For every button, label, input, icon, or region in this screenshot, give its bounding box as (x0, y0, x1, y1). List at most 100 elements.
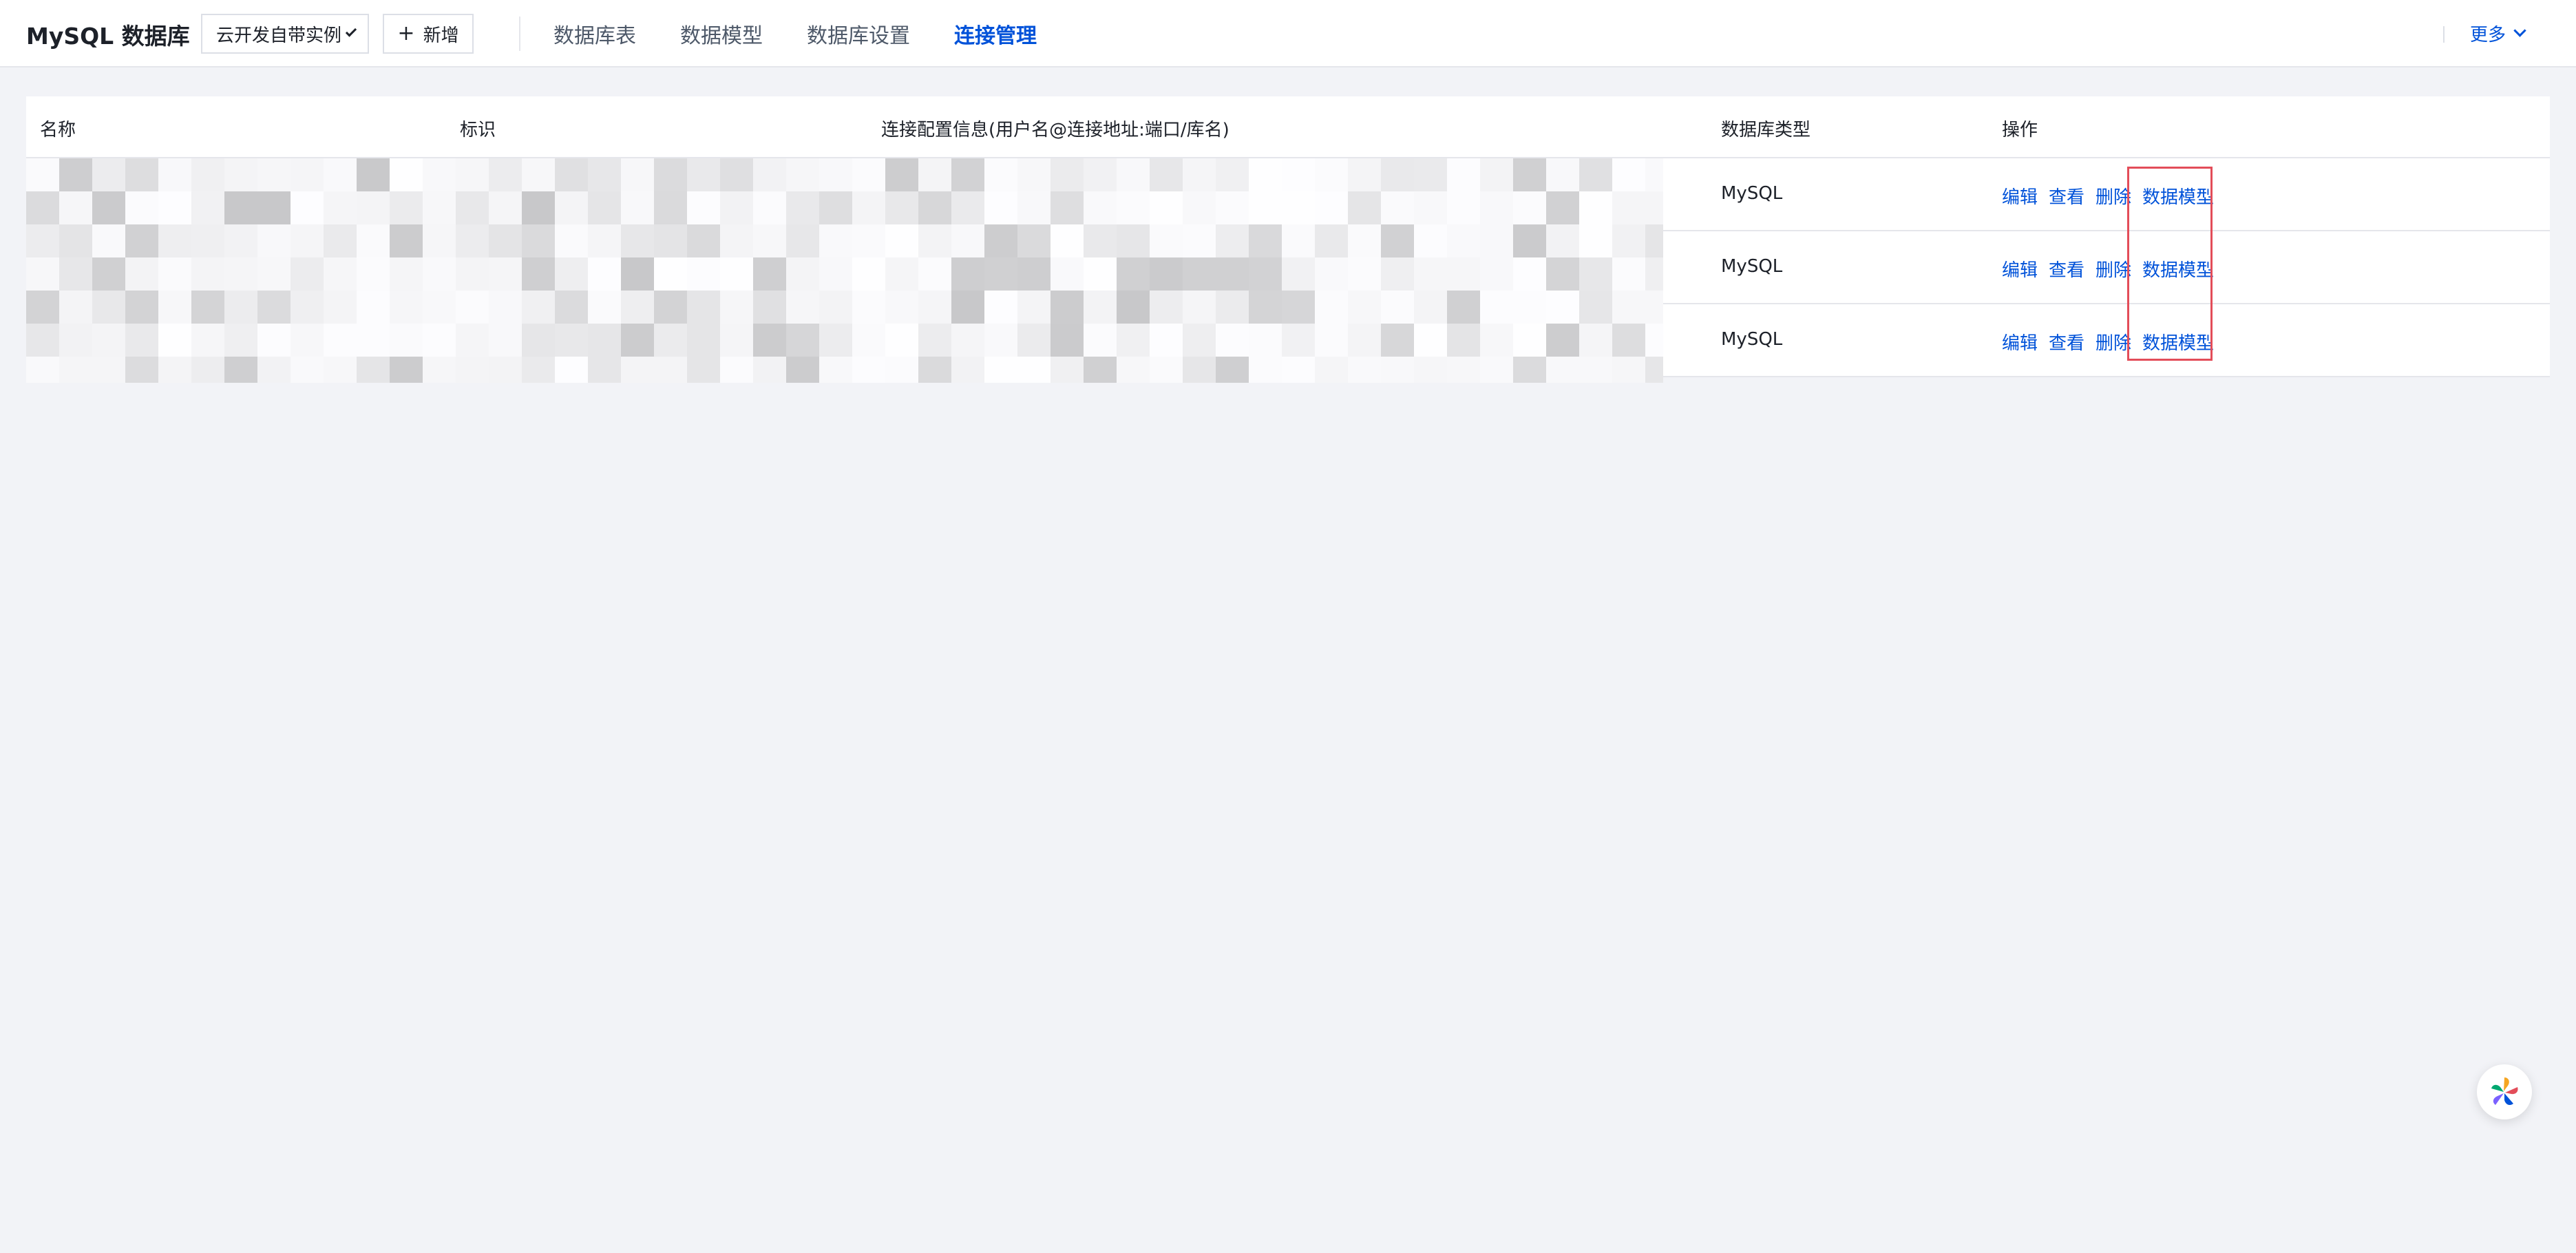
mosaic-pixel (191, 191, 224, 224)
mosaic-pixel (1249, 291, 1282, 324)
mosaic-pixel (1645, 224, 1663, 257)
mosaic-pixel (852, 357, 885, 383)
mosaic-pixel (59, 224, 92, 257)
mosaic-pixel (1315, 291, 1348, 324)
mosaic-pixel (819, 257, 852, 291)
mosaic-pixel (1645, 324, 1663, 357)
mosaic-pixel (489, 158, 522, 191)
mosaic-pixel (522, 158, 555, 191)
mosaic-pixel (1315, 357, 1348, 383)
mosaic-pixel (1414, 291, 1447, 324)
mosaic-pixel (1249, 191, 1282, 224)
mosaic-pixel (1447, 291, 1480, 324)
mosaic-pixel (1447, 257, 1480, 291)
mosaic-pixel (224, 191, 257, 224)
mosaic-pixel (1480, 224, 1513, 257)
mosaic-pixel (1612, 324, 1645, 357)
mosaic-pixel (1051, 224, 1084, 257)
mosaic-pixel (1480, 324, 1513, 357)
more-dropdown[interactable]: 更多 (2470, 21, 2526, 46)
mosaic-pixel (1117, 224, 1150, 257)
delete-link[interactable]: 删除 (2095, 183, 2131, 209)
mosaic-pixel (1150, 324, 1183, 357)
mosaic-pixel (158, 324, 191, 357)
mosaic-pixel (1381, 324, 1414, 357)
mosaic-pixel (390, 291, 423, 324)
mosaic-pixel (1612, 224, 1645, 257)
mosaic-pixel (390, 158, 423, 191)
mosaic-pixel (59, 357, 92, 383)
tab-connection-management[interactable]: 连接管理 (954, 19, 1037, 49)
delete-link[interactable]: 删除 (2095, 329, 2131, 355)
mosaic-pixel (1480, 357, 1513, 383)
mosaic-pixel (1414, 357, 1447, 383)
db-type-cell: MySQL (1721, 183, 1783, 204)
mosaic-pixel (489, 191, 522, 224)
mosaic-pixel (1447, 324, 1480, 357)
mosaic-pixel (489, 324, 522, 357)
assistant-float-button[interactable] (2477, 1064, 2532, 1119)
mosaic-pixel (26, 357, 59, 383)
tab-db-settings[interactable]: 数据库设置 (807, 19, 910, 49)
mosaic-pixel (588, 291, 621, 324)
tab-data-models[interactable]: 数据模型 (680, 19, 763, 49)
mosaic-pixel (1579, 257, 1612, 291)
mosaic-pixel (390, 357, 423, 383)
mosaic-pixel (1348, 291, 1381, 324)
mosaic-pixel (158, 257, 191, 291)
mosaic-pixel (753, 224, 786, 257)
tab-db-tables[interactable]: 数据库表 (553, 19, 636, 49)
mosaic-pixel (324, 357, 357, 383)
mosaic-pixel (1645, 357, 1663, 383)
mosaic-pixel (1480, 158, 1513, 191)
mosaic-pixel (1546, 191, 1579, 224)
mosaic-pixel (92, 357, 125, 383)
mosaic-pixel (1348, 158, 1381, 191)
mosaic-pixel (1249, 357, 1282, 383)
view-link[interactable]: 查看 (2049, 183, 2084, 209)
mosaic-pixel (324, 257, 357, 291)
mosaic-pixel (1513, 224, 1546, 257)
mosaic-pixel (687, 191, 720, 224)
mosaic-pixel (819, 291, 852, 324)
mosaic-pixel (1084, 224, 1117, 257)
mosaic-pixel (1249, 158, 1282, 191)
mosaic-pixel (357, 357, 390, 383)
view-link[interactable]: 查看 (2049, 256, 2084, 282)
mosaic-pixel (1447, 158, 1480, 191)
mosaic-pixel (423, 324, 456, 357)
mosaic-pixel (125, 158, 158, 191)
edit-link[interactable]: 编辑 (2002, 329, 2038, 355)
mosaic-pixel (1381, 357, 1414, 383)
mosaic-pixel (1017, 158, 1051, 191)
mosaic-pixel (1150, 224, 1183, 257)
edit-link[interactable]: 编辑 (2002, 183, 2038, 209)
mosaic-pixel (984, 324, 1017, 357)
mosaic-pixel (456, 357, 489, 383)
mosaic-pixel (125, 291, 158, 324)
mosaic-pixel (720, 324, 753, 357)
mosaic-pixel (291, 291, 324, 324)
delete-link[interactable]: 删除 (2095, 256, 2131, 282)
mosaic-pixel (357, 257, 390, 291)
mosaic-pixel (291, 224, 324, 257)
mosaic-pixel (158, 357, 191, 383)
mosaic-pixel (26, 158, 59, 191)
mosaic-pixel (1381, 191, 1414, 224)
mosaic-pixel (489, 291, 522, 324)
mosaic-pixel (918, 257, 951, 291)
mosaic-pixel (456, 158, 489, 191)
mosaic-pixel (1414, 158, 1447, 191)
mosaic-pixel (555, 191, 588, 224)
mosaic-pixel (819, 191, 852, 224)
mosaic-pixel (687, 357, 720, 383)
instance-select[interactable]: 云开发自带实例 (201, 14, 369, 54)
mosaic-pixel (1381, 257, 1414, 291)
add-button[interactable]: + 新增 (383, 14, 474, 54)
mosaic-pixel (1315, 324, 1348, 357)
mosaic-pixel (357, 158, 390, 191)
mosaic-pixel (852, 257, 885, 291)
mosaic-pixel (1513, 291, 1546, 324)
view-link[interactable]: 查看 (2049, 329, 2084, 355)
edit-link[interactable]: 编辑 (2002, 256, 2038, 282)
